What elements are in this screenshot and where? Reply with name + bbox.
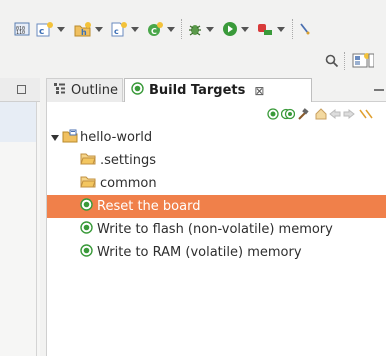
svg-text:c: c bbox=[114, 27, 119, 36]
pen-tool-icon[interactable] bbox=[298, 20, 312, 38]
tree-target-label: Write to RAM (volatile) memory bbox=[97, 245, 302, 260]
build-target-action-icon[interactable] bbox=[267, 108, 279, 124]
chevron-down-icon[interactable] bbox=[206, 26, 214, 32]
rebuild-target-icon[interactable] bbox=[280, 108, 296, 124]
svg-text:110: 110 bbox=[16, 30, 25, 36]
run-icon[interactable] bbox=[222, 20, 249, 38]
chevron-down-icon[interactable] bbox=[167, 26, 175, 32]
tab-build-targets-label: Build Targets bbox=[149, 83, 246, 98]
new-c-project-icon[interactable]: c bbox=[36, 20, 65, 38]
debug-bug-icon[interactable] bbox=[187, 20, 214, 38]
close-icon[interactable]: ⊠ bbox=[254, 84, 264, 98]
search-icon[interactable] bbox=[325, 54, 339, 72]
tree-target[interactable]: Write to flash (non-volatile) memory bbox=[47, 218, 386, 241]
left-panel-tabbar bbox=[0, 78, 40, 102]
home-icon[interactable] bbox=[315, 108, 327, 124]
view-toolbar bbox=[47, 106, 386, 126]
chevron-down-icon[interactable] bbox=[131, 26, 139, 32]
tree-folder-label: common bbox=[100, 176, 157, 191]
quick-access-bar bbox=[0, 44, 386, 78]
chevron-down-icon[interactable] bbox=[241, 26, 249, 32]
build-targets-view: hello-world .settings common Reset the b… bbox=[46, 102, 386, 356]
binary-icon[interactable]: 010 110 bbox=[14, 20, 30, 38]
tree-folder[interactable]: .settings bbox=[47, 149, 386, 172]
tree-folder[interactable]: common bbox=[47, 172, 386, 195]
left-panel-content bbox=[0, 102, 36, 142]
restore-icon[interactable] bbox=[17, 85, 26, 94]
new-header-icon[interactable]: h bbox=[74, 20, 103, 38]
tree-project-label: hello-world bbox=[80, 130, 153, 145]
build-target-icon bbox=[80, 221, 93, 238]
back-icon[interactable] bbox=[329, 108, 341, 124]
chevron-down-icon[interactable] bbox=[57, 26, 65, 32]
svg-text:C: C bbox=[151, 27, 157, 36]
tree-folder-label: .settings bbox=[100, 153, 156, 168]
build-target-icon bbox=[131, 82, 144, 99]
new-source-file-icon[interactable]: c bbox=[110, 20, 139, 38]
external-tools-icon[interactable] bbox=[256, 20, 285, 38]
new-class-icon[interactable]: C bbox=[146, 20, 175, 38]
svg-text:h: h bbox=[81, 28, 87, 37]
chevron-down-icon[interactable] bbox=[95, 26, 103, 32]
chevron-down-icon[interactable] bbox=[277, 26, 285, 32]
tab-outline-label: Outline bbox=[71, 83, 119, 98]
tab-outline[interactable]: Outline bbox=[46, 78, 123, 102]
project-folder-icon bbox=[62, 129, 78, 147]
folder-icon bbox=[80, 152, 96, 169]
build-target-icon bbox=[80, 244, 93, 261]
left-editor-panel bbox=[0, 78, 40, 356]
expand-arrow-icon[interactable] bbox=[51, 134, 59, 141]
folder-icon bbox=[80, 175, 96, 192]
tree-target-label: Write to flash (non-volatile) memory bbox=[97, 222, 333, 237]
forward-icon[interactable] bbox=[343, 108, 355, 124]
svg-text:c: c bbox=[39, 27, 44, 37]
tree-target-selected[interactable]: Reset the board bbox=[47, 195, 386, 218]
view-tabbar: Outline Build Targets ⊠ bbox=[46, 78, 386, 103]
hammer-icon[interactable] bbox=[297, 108, 309, 124]
tab-build-targets[interactable]: Build Targets ⊠ bbox=[124, 78, 312, 103]
tree-target-label: Reset the board bbox=[97, 199, 201, 214]
minimize-icon[interactable] bbox=[374, 89, 384, 91]
collapse-all-icon[interactable] bbox=[359, 108, 373, 124]
main-toolbar: 010 110 c h c C bbox=[0, 0, 386, 44]
tree-project[interactable]: hello-world bbox=[47, 126, 386, 149]
open-perspective-icon[interactable] bbox=[352, 52, 375, 74]
build-target-icon bbox=[80, 198, 93, 215]
outline-icon bbox=[53, 82, 66, 99]
tree-target[interactable]: Write to RAM (volatile) memory bbox=[47, 241, 386, 264]
